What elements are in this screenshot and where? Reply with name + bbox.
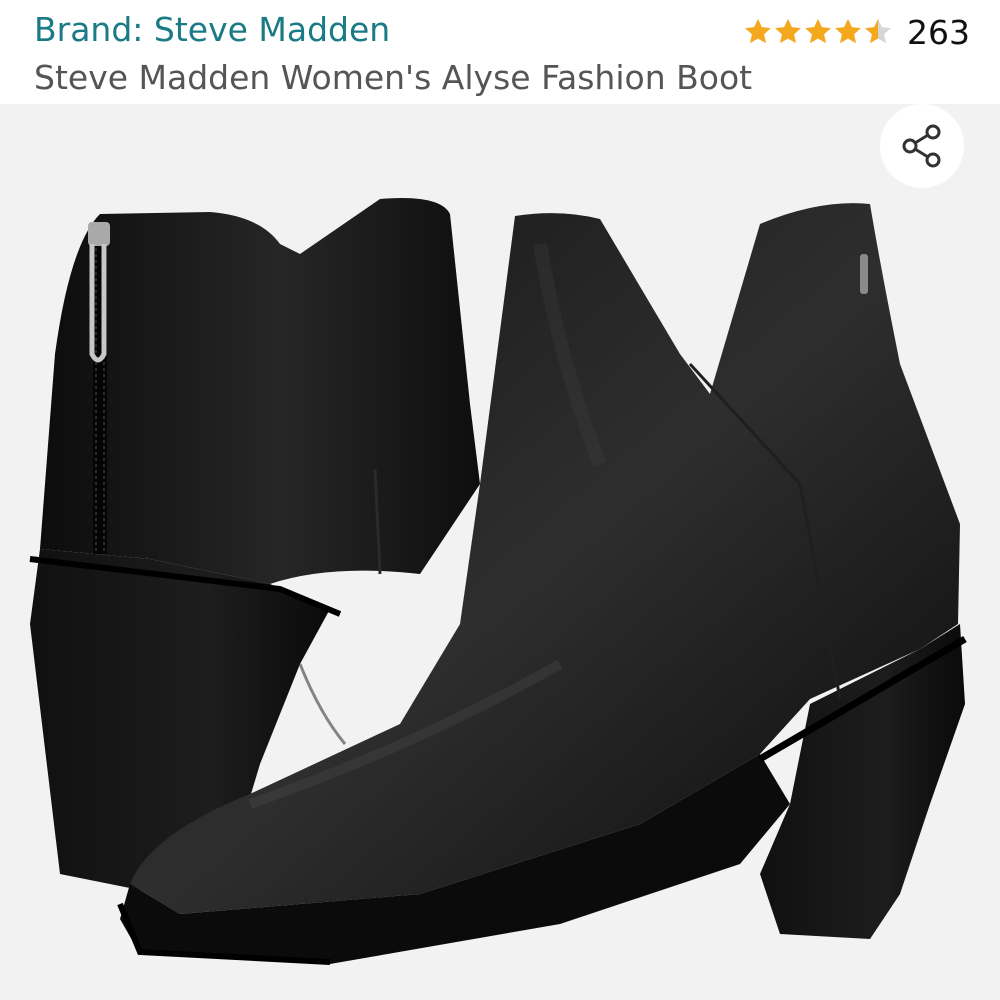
product-image[interactable] (0, 104, 1000, 1000)
brand-link[interactable]: Brand: Steve Madden (34, 10, 390, 49)
share-icon (902, 124, 941, 168)
rating-summary[interactable]: 263 (743, 10, 970, 54)
share-button[interactable] (880, 104, 964, 188)
star-icon (865, 18, 891, 44)
star-icon (775, 18, 801, 44)
star-rating (743, 17, 893, 47)
product-header: Brand: Steve Madden Steve Madden Women's… (0, 0, 1000, 104)
star-icon (835, 18, 861, 44)
star-icon (805, 18, 831, 44)
review-count[interactable]: 263 (907, 13, 970, 52)
product-title: Steve Madden Women's Alyse Fashion Boot (34, 58, 753, 97)
product-image-gallery[interactable] (0, 104, 1000, 1000)
star-icon (745, 18, 771, 44)
